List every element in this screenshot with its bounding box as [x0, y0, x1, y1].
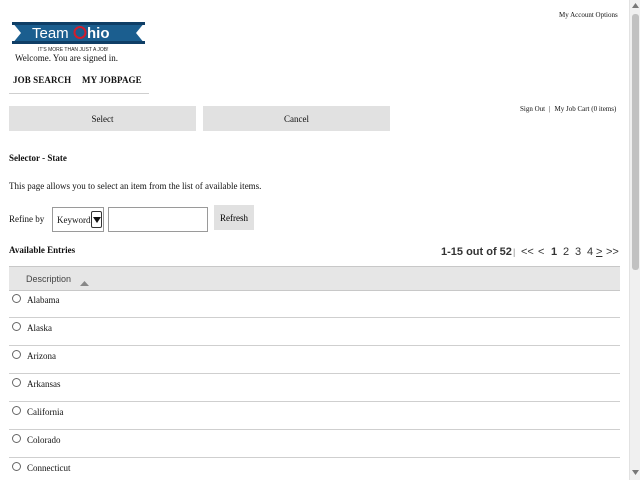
- main-nav: JOB SEARCH MY JOBPAGE: [9, 75, 149, 94]
- scroll-down-icon[interactable]: [632, 470, 639, 475]
- select-button[interactable]: Select: [9, 106, 196, 131]
- item-radio-button[interactable]: [12, 406, 21, 415]
- list-item[interactable]: Alaska: [9, 318, 620, 346]
- refine-field-value: Keyword: [57, 215, 91, 225]
- item-label: Arkansas: [27, 379, 61, 389]
- team-ohio-logo: Team hio IT'S MORE THAN JUST A JOB!: [12, 20, 145, 54]
- item-radio-button[interactable]: [12, 294, 21, 303]
- my-account-options-link[interactable]: My Account Options: [559, 11, 618, 19]
- previous-page-link[interactable]: <: [538, 246, 544, 258]
- nav-job-search[interactable]: JOB SEARCH: [13, 75, 71, 85]
- description-column-header[interactable]: Description: [26, 274, 71, 284]
- page-link-4[interactable]: 4: [587, 246, 593, 258]
- logo-text: Team: [32, 25, 69, 42]
- page-link-1[interactable]: 1: [551, 246, 557, 258]
- result-count: 1-15 out of 52: [441, 246, 512, 258]
- job-cart-link[interactable]: My Job Cart (0 items): [555, 105, 617, 113]
- last-page-link[interactable]: >>: [606, 246, 619, 258]
- page-link-2[interactable]: 2: [563, 246, 569, 258]
- item-label: Alaska: [27, 323, 52, 333]
- sort-ascending-icon[interactable]: [80, 278, 89, 288]
- page-title: Selector - State: [9, 153, 67, 163]
- list-item[interactable]: Arkansas: [9, 374, 620, 402]
- item-radio-button[interactable]: [12, 462, 21, 471]
- refresh-button[interactable]: Refresh: [214, 205, 254, 230]
- item-label: Connecticut: [27, 463, 71, 473]
- list-item[interactable]: Colorado: [9, 430, 620, 458]
- first-page-link[interactable]: <<: [521, 246, 534, 258]
- scrollbar-thumb[interactable]: [632, 14, 639, 270]
- svg-text:hio: hio: [87, 25, 110, 42]
- item-radio-button[interactable]: [12, 322, 21, 331]
- list-item[interactable]: Arizona: [9, 346, 620, 374]
- item-radio-button[interactable]: [12, 350, 21, 359]
- item-label: Arizona: [27, 351, 56, 361]
- user-links: Sign Out | My Job Cart (0 items): [520, 105, 616, 113]
- pagination-divider: |: [513, 247, 516, 257]
- list-item[interactable]: Connecticut: [9, 458, 620, 480]
- table-header: Description: [9, 266, 620, 291]
- item-label: California: [27, 407, 64, 417]
- chevron-down-icon[interactable]: [91, 211, 102, 228]
- sign-out-link[interactable]: Sign Out: [520, 105, 545, 113]
- list-item[interactable]: California: [9, 402, 620, 430]
- cancel-button[interactable]: Cancel: [203, 106, 390, 131]
- item-label: Alabama: [27, 295, 60, 305]
- item-radio-button[interactable]: [12, 378, 21, 387]
- refine-field-select[interactable]: Keyword: [52, 207, 104, 232]
- link-separator: |: [549, 105, 551, 113]
- refine-search-input[interactable]: [108, 207, 208, 232]
- page-description: This page allows you to select an item f…: [9, 181, 262, 191]
- page-scrollbar[interactable]: [629, 0, 640, 480]
- logo-graphic: Team hio IT'S MORE THAN JUST A JOB!: [12, 22, 145, 53]
- welcome-message: Welcome. You are signed in.: [15, 53, 119, 63]
- refine-by-label: Refine by: [9, 214, 45, 224]
- list-item[interactable]: Alabama: [9, 290, 620, 318]
- item-radio-button[interactable]: [12, 434, 21, 443]
- page-link-3[interactable]: 3: [575, 246, 581, 258]
- next-page-link[interactable]: >: [596, 246, 602, 258]
- item-label: Colorado: [27, 435, 61, 445]
- scroll-up-icon[interactable]: [632, 3, 639, 8]
- available-entries-heading: Available Entries: [9, 245, 76, 255]
- nav-my-jobpage[interactable]: MY JOBPAGE: [82, 75, 142, 85]
